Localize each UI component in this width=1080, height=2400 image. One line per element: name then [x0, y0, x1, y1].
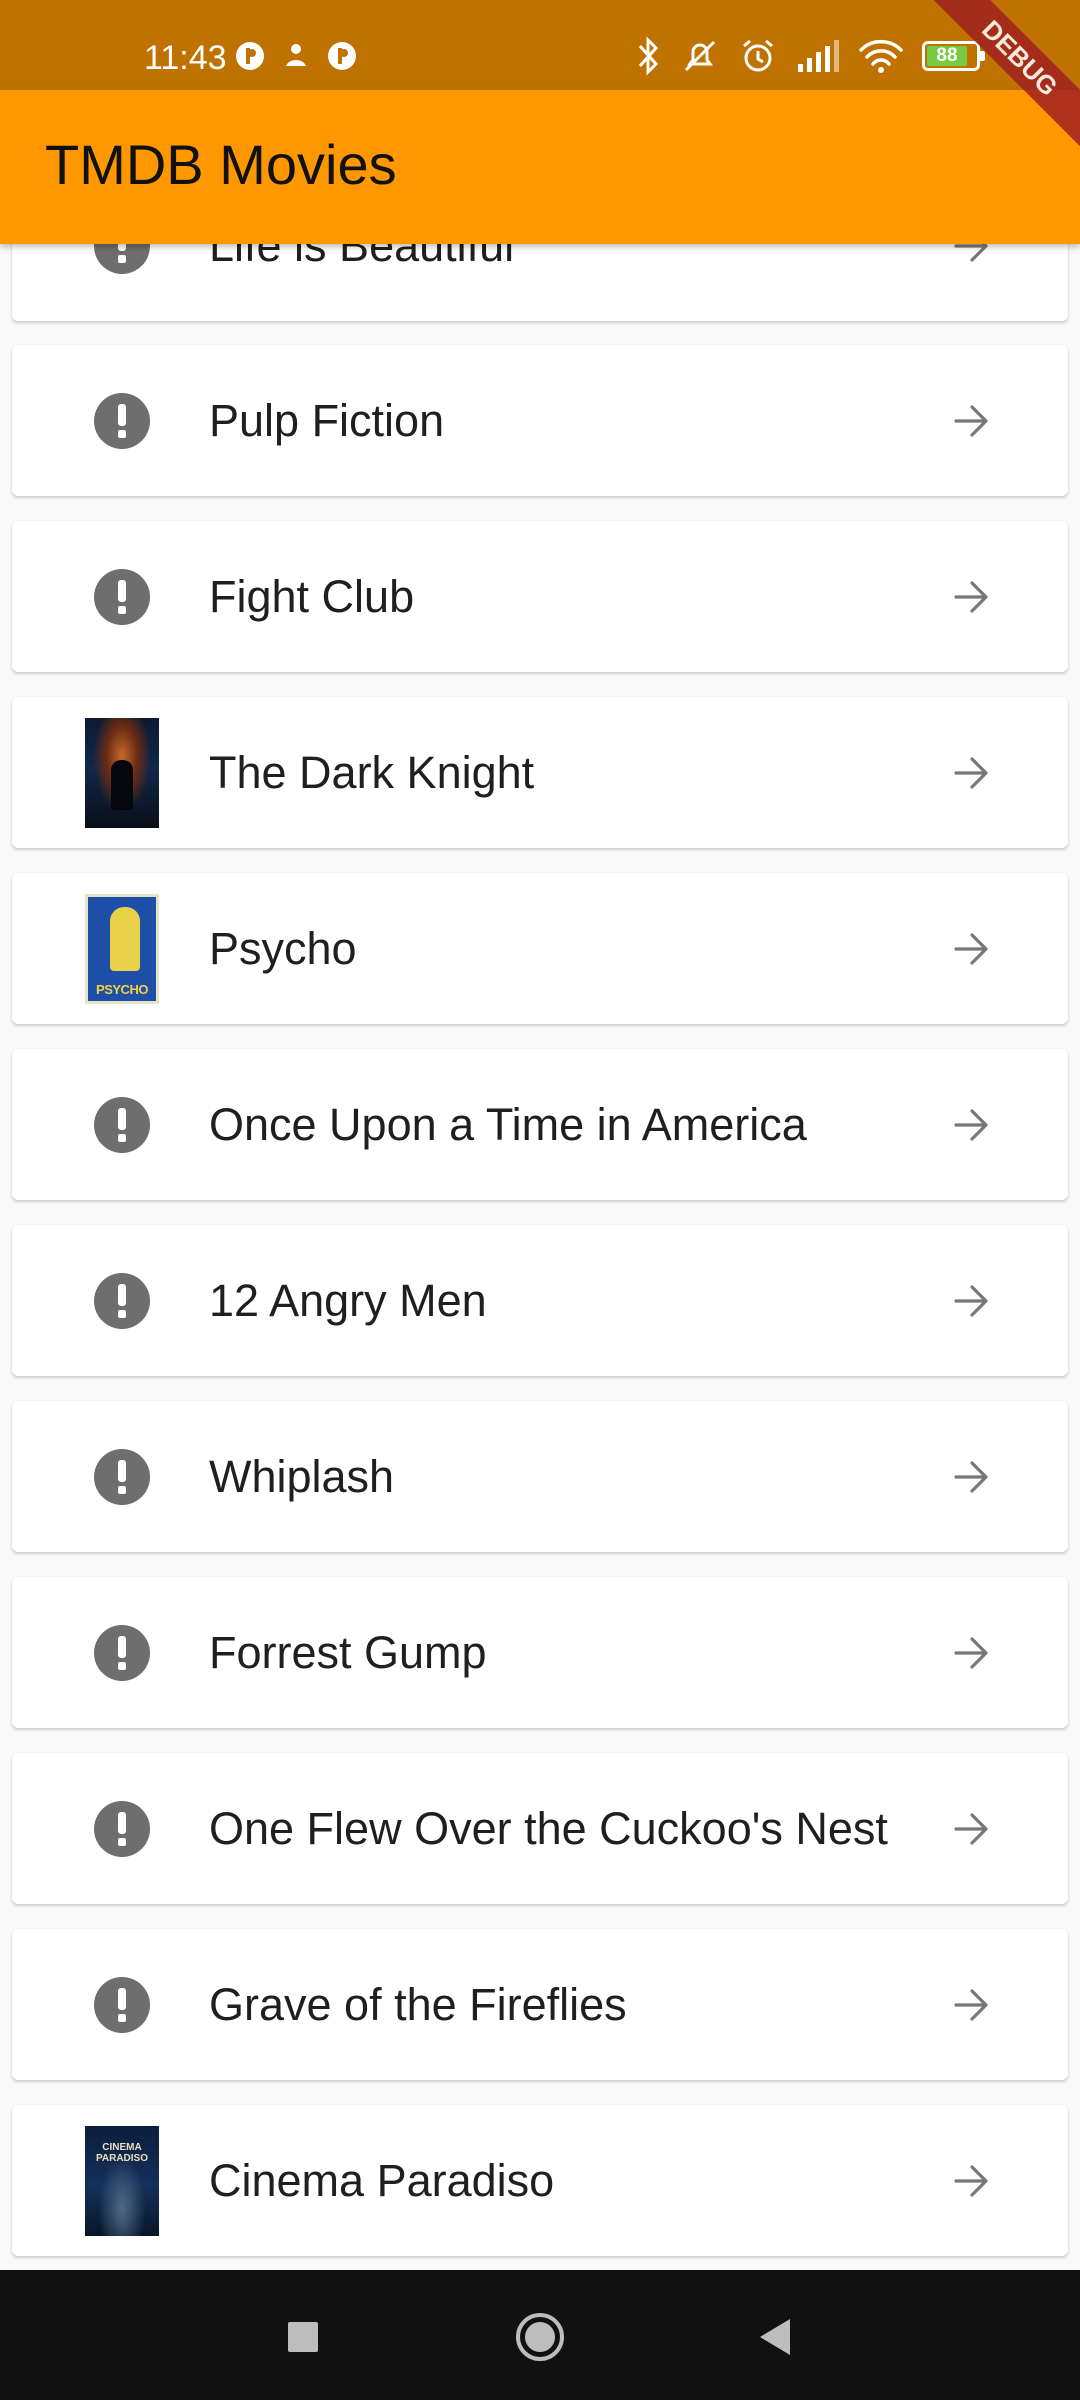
error-icon: [94, 1448, 150, 1505]
error-icon: [94, 1976, 150, 2033]
movie-card[interactable]: 12 Angry Men: [12, 1225, 1068, 1376]
cinema-paradiso-poster: [85, 2125, 159, 2236]
arrow-forward-icon[interactable]: [942, 2105, 1002, 2256]
movie-card[interactable]: Whiplash: [12, 1401, 1068, 1552]
arrow-forward-icon[interactable]: [942, 1049, 1002, 1200]
back-button[interactable]: [742, 2304, 808, 2370]
recents-button[interactable]: [270, 2304, 336, 2370]
movie-card[interactable]: The Dark Knight: [12, 697, 1068, 848]
movie-title: Psycho: [209, 922, 357, 974]
movie-title: Fight Club: [209, 570, 415, 622]
poster-placeholder: [72, 521, 172, 672]
recents-square-icon: [288, 2322, 318, 2352]
movie-title: Cinema Paradiso: [209, 2154, 555, 2206]
arrow-forward-icon[interactable]: [942, 873, 1002, 1024]
movie-card[interactable]: Psycho: [12, 873, 1068, 1024]
movie-title: 12 Angry Men: [209, 1274, 487, 1326]
movie-card[interactable]: One Flew Over the Cuckoo's Nest: [12, 1753, 1068, 1904]
movie-card[interactable]: Fight Club: [12, 521, 1068, 672]
movie-title: Grave of the Fireflies: [209, 1978, 627, 2030]
error-icon: [94, 1272, 150, 1329]
app-title: TMDB Movies: [45, 133, 397, 196]
movie-card[interactable]: Grave of the Fireflies: [12, 1929, 1068, 2080]
arrow-forward-icon[interactable]: [942, 1577, 1002, 1728]
arrow-forward-icon[interactable]: [942, 1401, 1002, 1552]
arrow-forward-icon[interactable]: [942, 697, 1002, 848]
movie-card[interactable]: Once Upon a Time in America: [12, 1049, 1068, 1200]
movie-title: Pulp Fiction: [209, 394, 445, 446]
movie-card[interactable]: Pulp Fiction: [12, 345, 1068, 496]
error-icon: [94, 1096, 150, 1153]
error-icon: [94, 1624, 150, 1681]
poster-image: [72, 873, 172, 1024]
home-circle-icon: [516, 2313, 564, 2361]
poster-placeholder: [72, 1225, 172, 1376]
alarm-icon: [743, 39, 773, 72]
fan-icon: [286, 44, 306, 66]
movie-title: One Flew Over the Cuckoo's Nest: [209, 1802, 888, 1854]
wifi-icon: [859, 39, 903, 73]
movie-card[interactable]: Cinema Paradiso: [12, 2105, 1068, 2256]
arrow-forward-icon[interactable]: [942, 521, 1002, 672]
movie-title: Whiplash: [209, 1450, 395, 1502]
system-icons: 88: [634, 36, 985, 76]
p-badge-icon: [236, 42, 264, 70]
poster-placeholder: [72, 345, 172, 496]
poster-image: [72, 2105, 172, 2256]
dark-knight-poster: [85, 717, 159, 828]
poster-placeholder: [72, 1753, 172, 1904]
battery-level: 88: [927, 46, 967, 66]
movie-title: Forrest Gump: [209, 1626, 487, 1678]
error-icon: [94, 1800, 150, 1857]
poster-placeholder: [72, 1401, 172, 1552]
arrow-forward-icon[interactable]: [942, 1753, 1002, 1904]
system-nav-bar: [0, 2270, 1080, 2400]
signal-icon: [798, 40, 839, 72]
movie-title: Once Upon a Time in America: [209, 1098, 807, 1150]
battery-icon: 88: [922, 41, 985, 71]
poster-placeholder: [72, 1929, 172, 2080]
error-icon: [94, 392, 150, 449]
back-triangle-icon: [760, 2319, 790, 2355]
p-badge-icon: [328, 42, 356, 70]
poster-placeholder: [72, 1049, 172, 1200]
poster-image: [72, 697, 172, 848]
home-button[interactable]: [507, 2304, 573, 2370]
movie-card[interactable]: Forrest Gump: [12, 1577, 1068, 1728]
notification-icons: [234, 40, 358, 72]
bluetooth-icon: [638, 36, 659, 76]
movie-title: The Dark Knight: [209, 746, 535, 798]
arrow-forward-icon[interactable]: [942, 345, 1002, 496]
arrow-forward-icon[interactable]: [942, 1225, 1002, 1376]
app-bar: TMDB Movies: [0, 90, 1080, 244]
poster-placeholder: [72, 1577, 172, 1728]
movie-list[interactable]: Life is Beautiful Pulp Fiction Fight Clu…: [0, 0, 1080, 2270]
status-time: 11:43: [144, 39, 227, 77]
arrow-forward-icon[interactable]: [942, 1929, 1002, 2080]
status-bar: 11:43 88: [0, 0, 1080, 90]
mute-icon: [684, 40, 716, 72]
error-icon: [94, 568, 150, 625]
psycho-poster: [85, 893, 159, 1004]
